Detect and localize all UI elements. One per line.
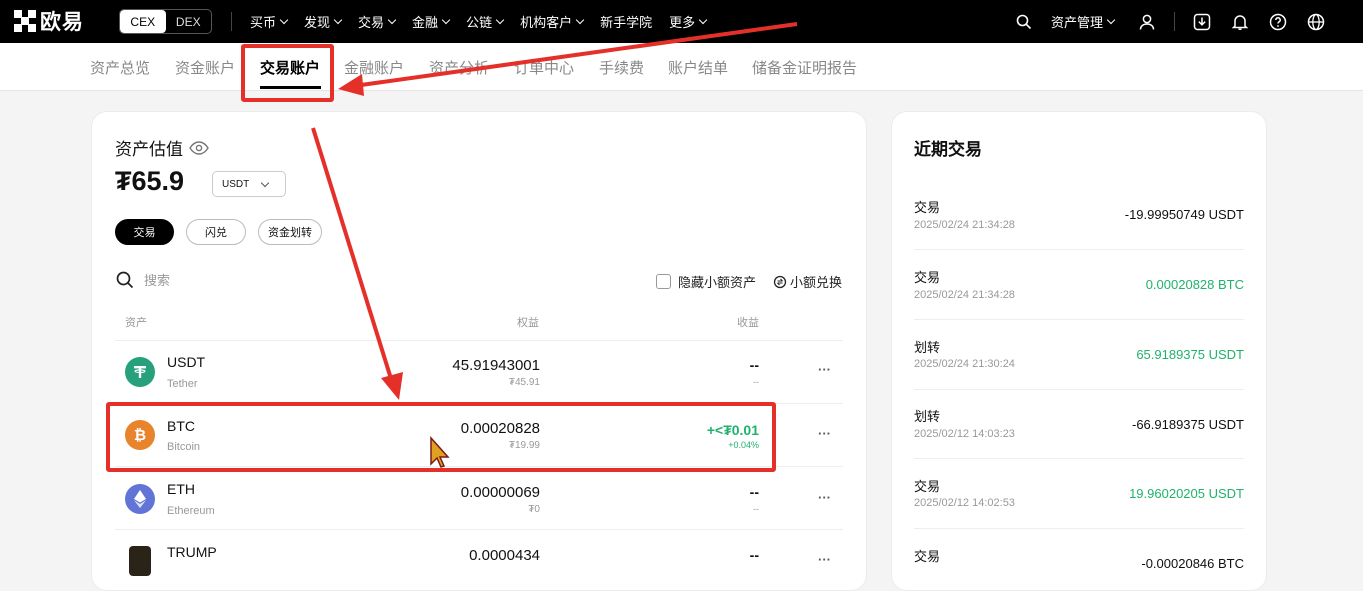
arrow-head-to-btc — [381, 372, 403, 400]
mouse-cursor-icon — [430, 436, 450, 468]
arrow-head-to-tab — [338, 74, 364, 96]
annotation-arrows — [311, 22, 798, 400]
arrow-line-to-tab — [353, 22, 798, 88]
arrow-line-to-btc — [311, 127, 394, 383]
